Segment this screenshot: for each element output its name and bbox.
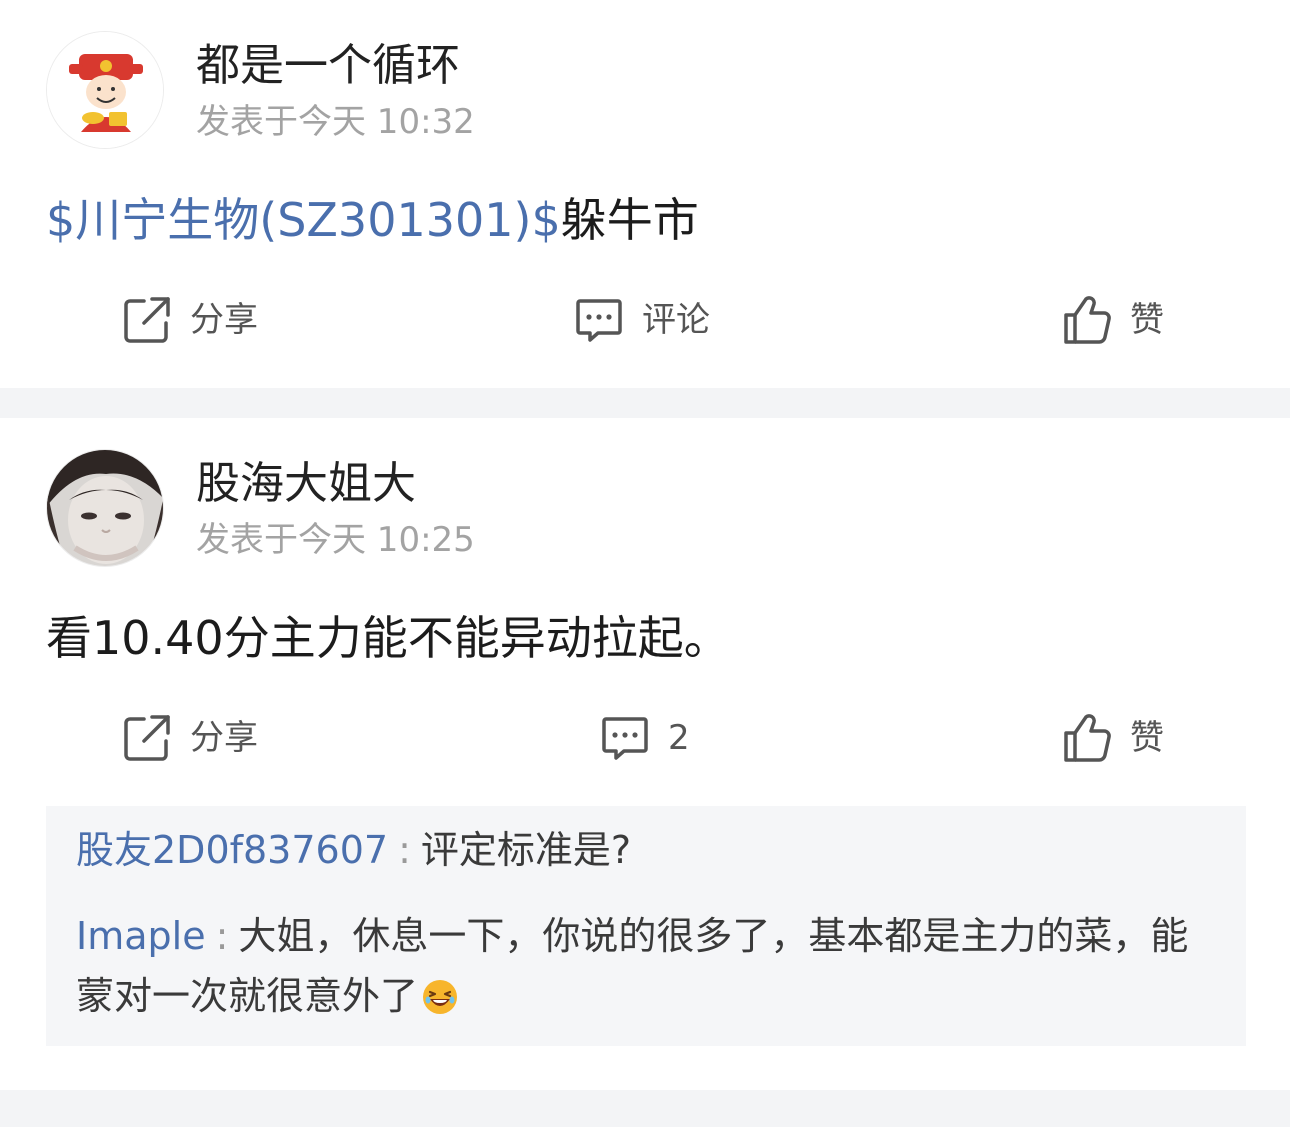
comment-button[interactable]: 评论	[574, 290, 710, 350]
thumbs-up-icon	[1064, 714, 1111, 762]
post-text: 看10.40分主力能不能异动拉起。	[46, 611, 730, 665]
reply-item[interactable]: Imaple: 大姐，休息一下，你说的很多了，基本都是主力的菜，能蒙对一次就很意外…	[76, 906, 1216, 1026]
post-content: 看10.40分主力能不能异动拉起。	[46, 608, 730, 668]
post-card: 股海大姐大 发表于今天 10:25 看10.40分主力能不能异动拉起。 分享 2…	[0, 418, 1290, 1090]
username[interactable]: 都是一个循环	[196, 38, 460, 94]
user-avatar[interactable]	[46, 31, 164, 149]
stock-link[interactable]: $川宁生物(SZ301301)$	[46, 193, 561, 247]
comment-label: 评论	[642, 300, 710, 340]
reply-author[interactable]: 股友2D0f837607	[76, 828, 388, 872]
post-timestamp: 发表于今天 10:25	[196, 520, 475, 560]
share-button[interactable]: 分享	[122, 290, 258, 350]
thumbs-up-icon	[1064, 296, 1111, 344]
username[interactable]: 股海大姐大	[196, 456, 416, 512]
share-label: 分享	[190, 300, 258, 340]
comment-count: 2	[668, 718, 690, 758]
comment-button[interactable]: 2	[600, 708, 690, 768]
post-text: 躲牛市	[560, 193, 699, 247]
woman-photo-avatar-icon	[47, 450, 163, 566]
post-content: $川宁生物(SZ301301)$躲牛市	[46, 190, 699, 250]
share-button[interactable]: 分享	[122, 708, 258, 768]
post-actions: 分享 评论 赞	[0, 290, 1290, 350]
post-card: 都是一个循环 发表于今天 10:32 $川宁生物(SZ301301)$躲牛市 分…	[0, 0, 1290, 388]
reply-preview-box[interactable]: 股友2D0f837607: 评定标准是? Imaple: 大姐，休息一下，你说的很多…	[46, 806, 1246, 1046]
like-label: 赞	[1130, 718, 1164, 758]
reply-text: 大姐，休息一下，你说的很多了，基本都是主力的菜，能蒙对一次就很意外了	[76, 914, 1189, 1018]
like-button[interactable]: 赞	[1062, 290, 1164, 350]
share-icon	[124, 297, 170, 343]
post-divider	[0, 1090, 1290, 1127]
post-feed: 都是一个循环 发表于今天 10:32 $川宁生物(SZ301301)$躲牛市 分…	[0, 0, 1290, 1127]
reply-separator: :	[398, 828, 411, 872]
like-button[interactable]: 赞	[1062, 708, 1164, 768]
comment-icon	[576, 299, 622, 342]
post-timestamp: 发表于今天 10:32	[196, 102, 475, 142]
share-icon	[124, 715, 170, 761]
share-label: 分享	[190, 718, 258, 758]
post-actions: 分享 2 赞	[0, 708, 1290, 768]
reply-text: 评定标准是?	[420, 828, 632, 872]
comment-icon	[602, 717, 648, 760]
user-avatar[interactable]	[46, 449, 164, 567]
reply-item[interactable]: 股友2D0f837607: 评定标准是?	[76, 820, 1216, 880]
post-divider	[0, 388, 1290, 418]
like-label: 赞	[1130, 300, 1164, 340]
reply-author[interactable]: Imaple	[76, 914, 206, 958]
reply-separator: :	[215, 914, 229, 958]
fortune-god-avatar-icon	[47, 32, 163, 148]
laughing-emoji-icon	[423, 980, 458, 1014]
